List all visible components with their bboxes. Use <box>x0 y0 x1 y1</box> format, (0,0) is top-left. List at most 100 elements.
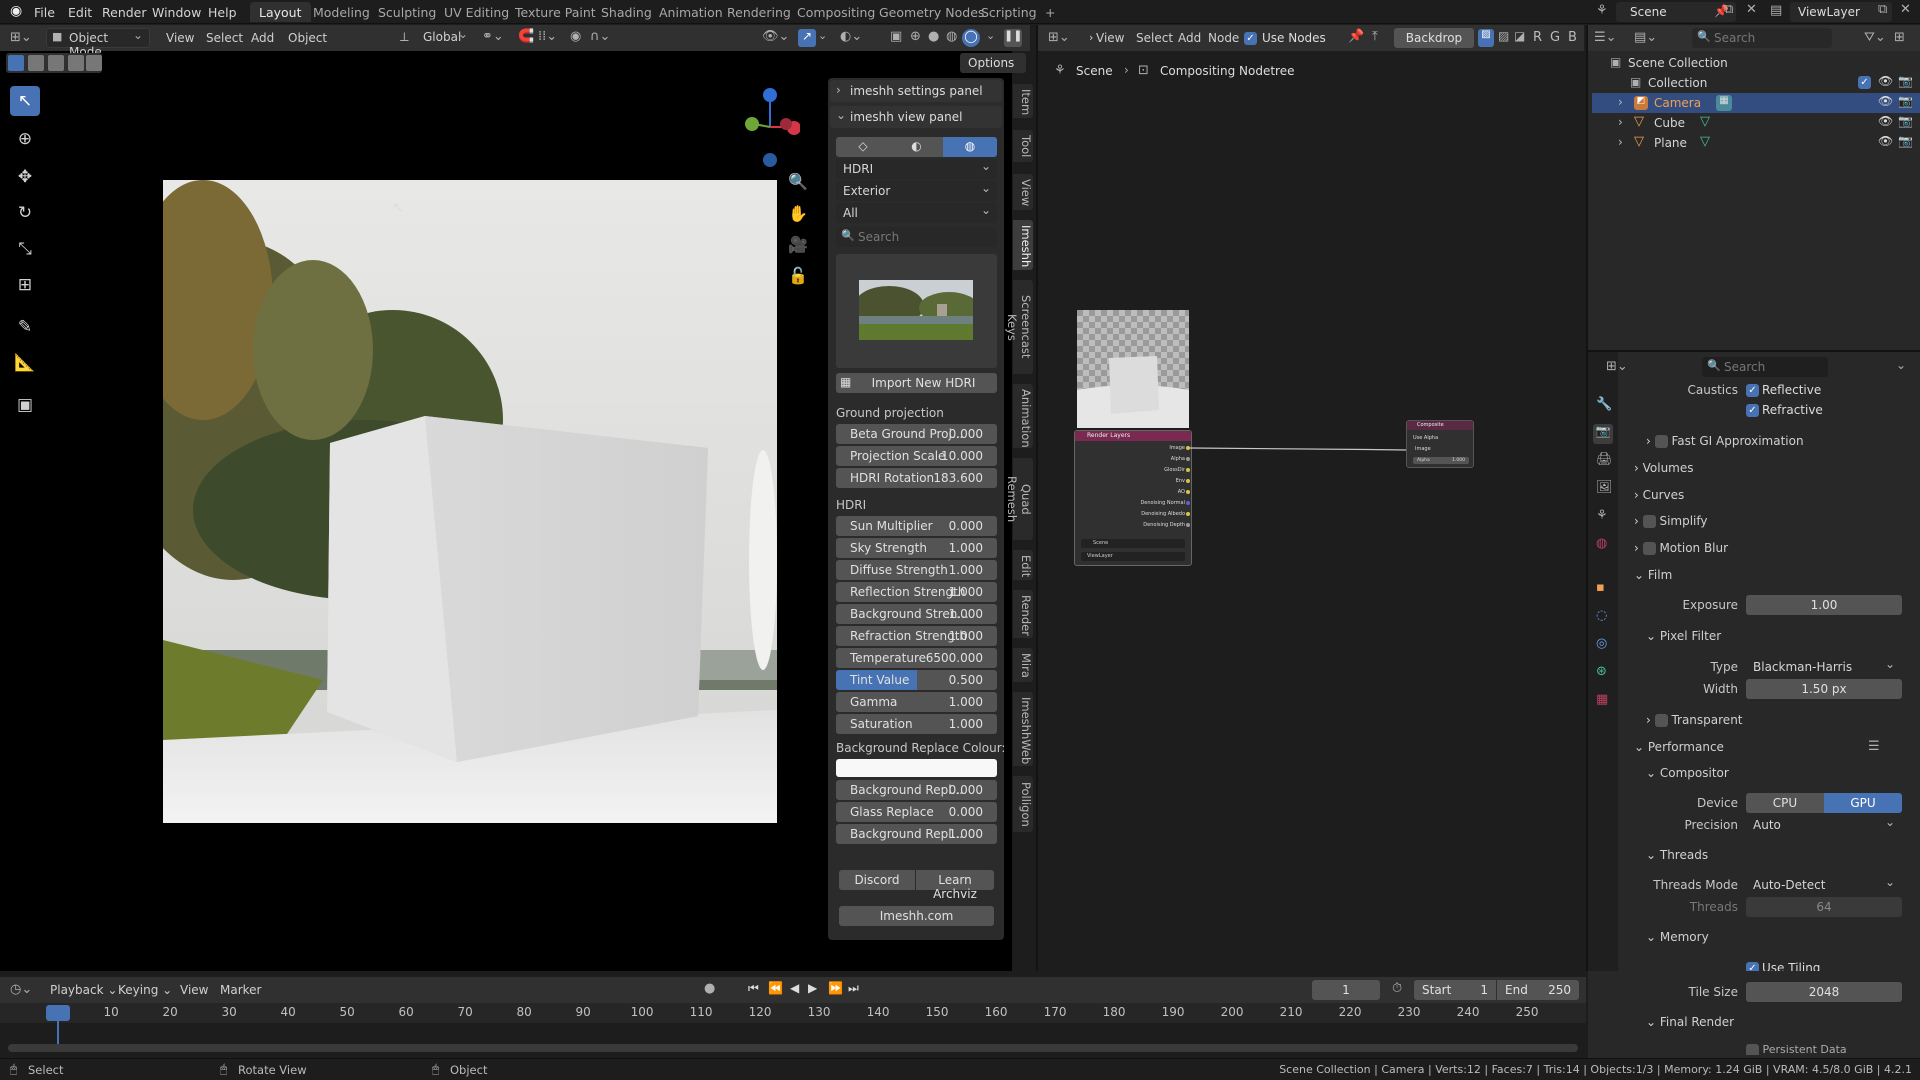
precision-dropdown[interactable]: Auto <box>1746 815 1902 835</box>
play-reverse-icon[interactable]: ◀ <box>790 981 799 995</box>
persistent-data-checkbox[interactable] <box>1746 1043 1759 1055</box>
annotate-tool-icon[interactable]: ✎ <box>10 312 40 342</box>
physics-properties-icon[interactable]: ◎ <box>1596 636 1607 651</box>
visibility-icon[interactable]: 👁⌄ <box>762 29 789 44</box>
saturation-field[interactable]: Saturation 1.000 <box>836 714 997 734</box>
eye-icon[interactable]: 👁 <box>1878 94 1893 108</box>
menu-help[interactable]: Help <box>204 3 241 22</box>
glass-replace-field[interactable]: Glass Replace 0.000 <box>836 802 997 822</box>
camera-view-icon[interactable]: 🎥 <box>788 235 808 254</box>
fast-gi-panel-header[interactable]: › Fast GI Approximation <box>1646 434 1804 448</box>
menu-object[interactable]: Object <box>282 28 333 48</box>
snap-icon[interactable]: 🧲 <box>518 29 534 44</box>
timeline-ruler[interactable]: 1102030405060708090100110120130140150160… <box>0 1003 1586 1023</box>
eye-icon[interactable]: 👁 <box>1878 114 1893 128</box>
hdri-thumbnail-frame[interactable] <box>836 254 997 368</box>
eye-icon[interactable]: 👁 <box>1878 74 1893 88</box>
camera-render-icon[interactable]: 📷 <box>1898 74 1913 88</box>
background-replace-field-1[interactable]: Background Repl... 0.000 <box>836 780 997 800</box>
pin-node-tree-icon[interactable]: 📌 <box>1348 29 1364 44</box>
new-scene-icon[interactable]: ⧉ <box>1724 2 1733 17</box>
texture-properties-icon[interactable]: ▦ <box>1596 692 1608 707</box>
use-nodes-checkbox[interactable]: ✓ <box>1244 32 1257 45</box>
menu-add[interactable]: Add <box>245 28 280 48</box>
current-frame-field[interactable]: 1 <box>1312 980 1380 1000</box>
select-box-tool-icon[interactable]: ↖ <box>10 86 40 116</box>
eye-icon[interactable]: 👁 <box>1878 134 1893 148</box>
gizmo-toggle-icon[interactable]: ↗ <box>798 29 816 47</box>
add-workspace-button[interactable]: + <box>1036 2 1064 22</box>
properties-options-icon[interactable]: ⌄ <box>1896 358 1906 372</box>
use-alpha-label[interactable]: Use Alpha <box>1413 435 1438 441</box>
menu-render[interactable]: Render <box>98 3 151 22</box>
projection-scale-field[interactable]: Projection Scale 10.000 <box>836 446 997 466</box>
compositor-menu-node[interactable]: Node <box>1202 28 1245 48</box>
volumes-panel-header[interactable]: › Volumes <box>1634 461 1694 475</box>
side-tab-item[interactable]: Item <box>1013 84 1033 118</box>
camera-render-icon[interactable]: 📷 <box>1898 94 1913 108</box>
tab-modeling[interactable]: Modeling <box>304 2 379 22</box>
parent-tree-icon[interactable]: ⤒ <box>1372 29 1378 44</box>
menu-marker[interactable]: Marker <box>214 980 267 1000</box>
filter-dropdown[interactable]: All <box>836 203 997 223</box>
delete-view-layer-icon[interactable]: ✕ <box>1900 2 1911 17</box>
transparent-panel-header[interactable]: › Transparent <box>1646 713 1743 727</box>
sun-multiplier-field[interactable]: Sun Multiplier 0.000 <box>836 516 997 536</box>
solid-shading-icon[interactable]: ● <box>928 29 939 44</box>
transparent-checkbox[interactable] <box>1654 714 1668 727</box>
outliner-scene-collection[interactable]: ▣ Scene Collection <box>1592 53 1920 73</box>
filter-icon[interactable]: ⛛⌄ <box>1864 30 1886 45</box>
tab-sculpting[interactable]: Sculpting <box>369 2 445 22</box>
modifier-properties-icon[interactable]: ◌ <box>1596 608 1607 623</box>
object-properties-icon[interactable]: ▪ <box>1596 580 1605 595</box>
background-strength-field[interactable]: Background Stren... 1.000 <box>836 604 997 624</box>
background-replace-field-2[interactable]: Background Repl... 1.000 <box>836 824 997 844</box>
threads-mode-dropdown[interactable]: Auto-Detect <box>1746 875 1902 895</box>
tab-scripting[interactable]: Scripting <box>972 2 1046 22</box>
side-tab-screencast-keys[interactable]: Screencast Keys <box>1005 280 1033 374</box>
menu-keying[interactable]: Keying ⌄ <box>112 980 178 1000</box>
display-mode-icon[interactable]: ▤⌄ <box>1634 30 1657 45</box>
transform-tool-icon[interactable]: ⊞ <box>10 270 40 300</box>
presets-list-icon[interactable]: ☰ <box>1868 739 1880 754</box>
tab-layout[interactable]: Layout <box>250 2 311 22</box>
refraction-strength-field[interactable]: Refraction Strength 1.000 <box>836 626 997 646</box>
properties-editor-type-icon[interactable]: ⊞⌄ <box>1606 359 1628 374</box>
temperature-field[interactable]: Temperature 6500.000 <box>836 648 997 668</box>
persistent-data-option[interactable]: Persistent Data <box>1746 1043 1847 1055</box>
backdrop-toggle-button[interactable]: Backdrop <box>1394 28 1474 48</box>
delete-scene-icon[interactable]: ✕ <box>1746 2 1757 17</box>
expand-chevron-icon[interactable]: › <box>1618 95 1623 109</box>
viewport-options-dropdown[interactable]: Options ⌄ <box>960 53 1026 84</box>
filter-width-field[interactable]: 1.50 px <box>1746 679 1902 699</box>
side-tab-edit[interactable]: Edit <box>1013 550 1033 580</box>
device-cpu-button[interactable]: CPU <box>1746 793 1824 813</box>
material-shading-icon[interactable]: ◍ <box>946 29 957 44</box>
rendered-shading-icon[interactable]: ◯ <box>962 29 980 47</box>
snap-target-icon[interactable]: ⁞⁞⌄ <box>538 29 557 44</box>
side-tab-imeshh[interactable]: Imeshh <box>1013 220 1033 270</box>
tint-value-slider[interactable]: Tint Value 0.500 <box>836 670 997 690</box>
camera-render-icon[interactable]: 📷 <box>1898 134 1913 148</box>
measure-tool-icon[interactable]: 📐 <box>10 348 40 378</box>
proportional-edit-icon[interactable]: ◉ <box>570 29 581 44</box>
camera-render-icon[interactable]: 📷 <box>1898 114 1913 128</box>
diffuse-strength-field[interactable]: Diffuse Strength 1.000 <box>836 560 997 580</box>
imeshh-settings-panel-header[interactable]: › imeshh settings panel <box>830 80 1002 102</box>
memory-panel-header[interactable]: ⌄ Memory <box>1646 930 1709 944</box>
tab-texture-paint[interactable]: Texture Paint <box>506 2 605 22</box>
jump-start-icon[interactable]: ⏮ <box>748 981 759 996</box>
pause-render-icon[interactable]: ❚❚ <box>1004 29 1022 47</box>
outliner-item-camera[interactable]: › ◩ Camera ▦ 👁 📷 <box>1592 93 1920 113</box>
jump-keyframe-back-icon[interactable]: ⏪ <box>768 981 783 995</box>
backdrop-alpha-icon[interactable]: ▨ <box>1498 29 1509 43</box>
auto-keying-icon[interactable]: ● <box>704 981 715 996</box>
device-gpu-button[interactable]: GPU <box>1824 793 1902 813</box>
select-new-icon[interactable] <box>8 55 24 71</box>
pan-hand-icon[interactable]: ✋ <box>788 204 808 223</box>
backdrop-alpha-only-icon[interactable]: ◪ <box>1514 29 1525 43</box>
outliner-collection[interactable]: ▣ Collection ✓ 👁 📷 <box>1592 73 1920 93</box>
channel-r-button[interactable]: R <box>1533 30 1542 45</box>
motion-blur-checkbox[interactable] <box>1642 542 1656 555</box>
sky-strength-field[interactable]: Sky Strength 1.000 <box>836 538 997 558</box>
